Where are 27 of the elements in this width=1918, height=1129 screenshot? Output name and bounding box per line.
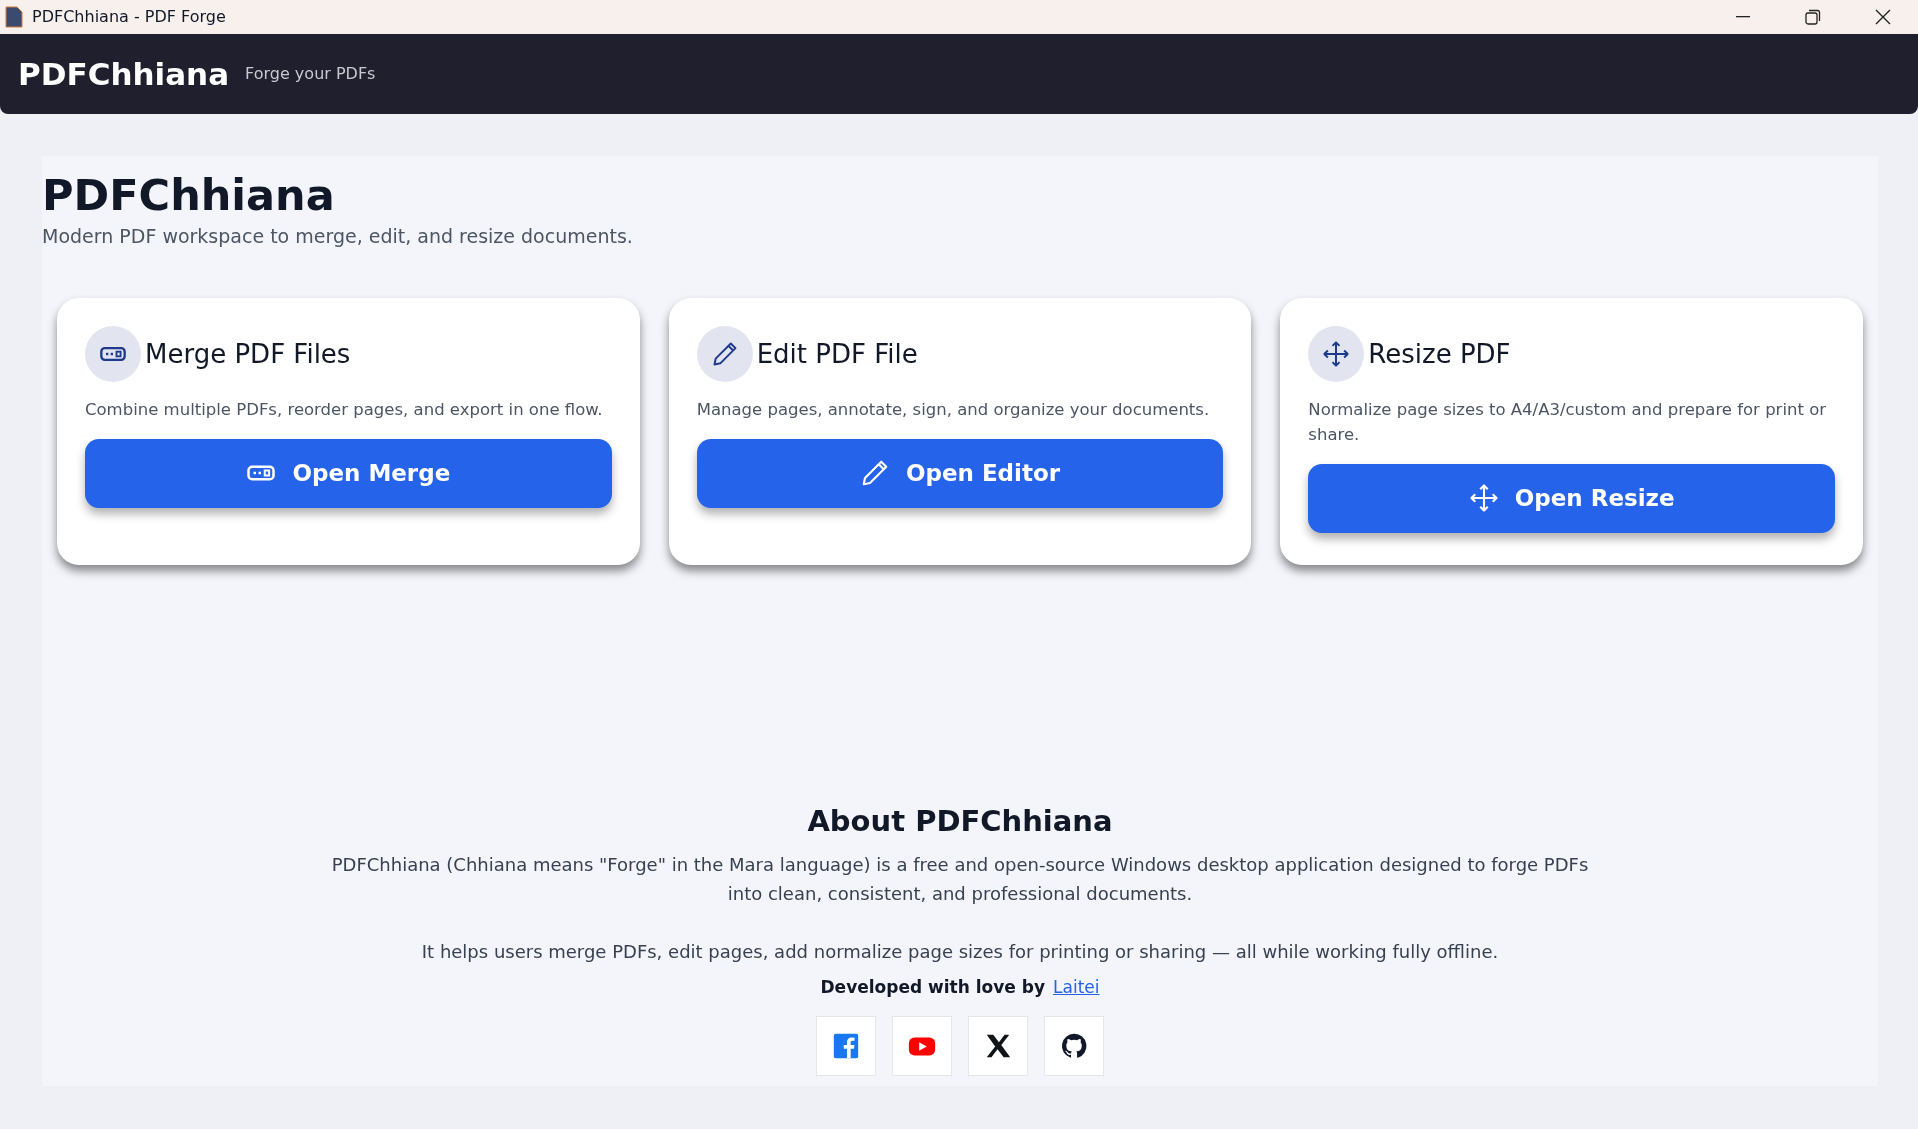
about-title: About PDFChhiana [806, 803, 1114, 841]
close-icon [1875, 9, 1891, 25]
about-paragraph: PDFChhiana (Chhiana means "Forge" in the Mara language) is a free and open-source Windows desktop application designed to forge PDFs into clean, consistent, and professional documents. [330, 852, 1590, 907]
social-link[interactable] [968, 1016, 1028, 1077]
card-description: Manage pages, annotate, sign, and organize your documents. [696, 399, 1211, 422]
social-link[interactable] [1044, 1016, 1104, 1077]
card-description: Combine multiple PDFs, reorder pages, and export in one flow. [85, 399, 604, 422]
card-title: Merge PDF Files [145, 337, 351, 371]
open-button[interactable]: Open Merge [85, 438, 612, 508]
card-title: Resize PDF [1368, 337, 1511, 371]
brand-name[interactable]: PDFChhiana [18, 50, 230, 98]
author-link[interactable]: Laitei [1053, 974, 1100, 1001]
window-title: PDFChhiana - PDF Forge [32, 6, 226, 28]
tagline: Forge your PDFs [245, 63, 376, 85]
page-title: PDFChhiana [42, 170, 336, 222]
card-title: Edit PDF File [756, 337, 918, 371]
minimize-icon [1736, 16, 1750, 18]
restore-icon [1805, 9, 1821, 25]
open-button[interactable]: Open Resize [1308, 463, 1835, 533]
move-arrows-icon [1468, 483, 1499, 514]
move-arrows-icon [1322, 340, 1351, 369]
card-description: Normalize page sizes to A4/A3/custom and prepare for print or share. [1308, 399, 1828, 446]
about-paragraph: It helps users merge PDFs, edit pages, add normalize page sizes for printing or sharing — all while working fully offline. [421, 939, 1499, 964]
credit-text: Developed with love by [820, 975, 1045, 999]
open-button[interactable]: Open Editor [696, 438, 1224, 508]
app-icon [4, 5, 24, 29]
page-subtitle: Modern PDF workspace to merge, edit, and resize documents. [42, 223, 634, 249]
